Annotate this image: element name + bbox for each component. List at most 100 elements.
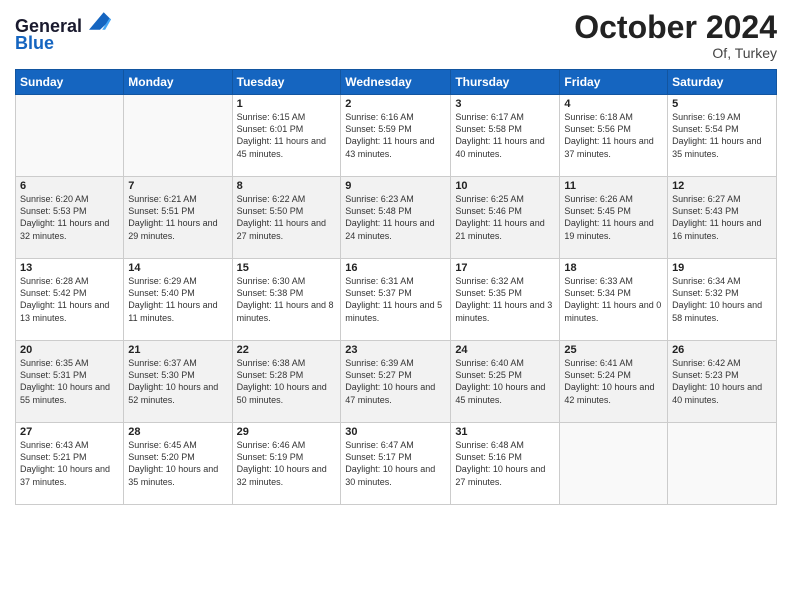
- day-detail: Sunrise: 6:20 AMSunset: 5:53 PMDaylight:…: [20, 193, 119, 242]
- calendar-cell: 30Sunrise: 6:47 AMSunset: 5:17 PMDayligh…: [341, 423, 451, 505]
- day-number: 24: [455, 344, 555, 356]
- sunrise-text: Sunrise: 6:20 AM: [20, 193, 119, 205]
- sunset-text: Sunset: 6:01 PM: [237, 123, 337, 135]
- daylight-text: Daylight: 10 hours and 45 minutes.: [455, 381, 555, 405]
- calendar-cell: [668, 423, 777, 505]
- daylight-text: Daylight: 10 hours and 42 minutes.: [564, 381, 663, 405]
- header: General Blue October 2024 Of, Turkey: [15, 10, 777, 61]
- daylight-text: Daylight: 11 hours and 32 minutes.: [20, 217, 119, 241]
- sunrise-text: Sunrise: 6:42 AM: [672, 357, 772, 369]
- calendar-cell: 1Sunrise: 6:15 AMSunset: 6:01 PMDaylight…: [232, 95, 341, 177]
- sunrise-text: Sunrise: 6:45 AM: [128, 439, 227, 451]
- day-number: 12: [672, 180, 772, 192]
- sunset-text: Sunset: 5:17 PM: [345, 451, 446, 463]
- calendar-week-row: 6Sunrise: 6:20 AMSunset: 5:53 PMDaylight…: [16, 177, 777, 259]
- calendar-week-row: 20Sunrise: 6:35 AMSunset: 5:31 PMDayligh…: [16, 341, 777, 423]
- sunset-text: Sunset: 5:20 PM: [128, 451, 227, 463]
- sunrise-text: Sunrise: 6:33 AM: [564, 275, 663, 287]
- calendar-cell: 6Sunrise: 6:20 AMSunset: 5:53 PMDaylight…: [16, 177, 124, 259]
- sunset-text: Sunset: 5:19 PM: [237, 451, 337, 463]
- day-detail: Sunrise: 6:32 AMSunset: 5:35 PMDaylight:…: [455, 275, 555, 324]
- sunset-text: Sunset: 5:50 PM: [237, 205, 337, 217]
- sunrise-text: Sunrise: 6:17 AM: [455, 111, 555, 123]
- calendar-week-row: 27Sunrise: 6:43 AMSunset: 5:21 PMDayligh…: [16, 423, 777, 505]
- daylight-text: Daylight: 11 hours and 40 minutes.: [455, 135, 555, 159]
- sunrise-text: Sunrise: 6:27 AM: [672, 193, 772, 205]
- weekday-header-sunday: Sunday: [16, 70, 124, 95]
- day-number: 22: [237, 344, 337, 356]
- calendar-cell: 8Sunrise: 6:22 AMSunset: 5:50 PMDaylight…: [232, 177, 341, 259]
- day-number: 1: [237, 98, 337, 110]
- day-detail: Sunrise: 6:19 AMSunset: 5:54 PMDaylight:…: [672, 111, 772, 160]
- daylight-text: Daylight: 10 hours and 35 minutes.: [128, 463, 227, 487]
- logo-icon: [89, 10, 111, 32]
- calendar-cell: 7Sunrise: 6:21 AMSunset: 5:51 PMDaylight…: [124, 177, 232, 259]
- day-detail: Sunrise: 6:30 AMSunset: 5:38 PMDaylight:…: [237, 275, 337, 324]
- daylight-text: Daylight: 10 hours and 27 minutes.: [455, 463, 555, 487]
- sunrise-text: Sunrise: 6:40 AM: [455, 357, 555, 369]
- day-detail: Sunrise: 6:21 AMSunset: 5:51 PMDaylight:…: [128, 193, 227, 242]
- day-detail: Sunrise: 6:22 AMSunset: 5:50 PMDaylight:…: [237, 193, 337, 242]
- day-detail: Sunrise: 6:34 AMSunset: 5:32 PMDaylight:…: [672, 275, 772, 324]
- calendar-cell: [16, 95, 124, 177]
- calendar-cell: 9Sunrise: 6:23 AMSunset: 5:48 PMDaylight…: [341, 177, 451, 259]
- day-number: 3: [455, 98, 555, 110]
- day-number: 4: [564, 98, 663, 110]
- sunset-text: Sunset: 5:42 PM: [20, 287, 119, 299]
- sunrise-text: Sunrise: 6:23 AM: [345, 193, 446, 205]
- sunset-text: Sunset: 5:38 PM: [237, 287, 337, 299]
- sunrise-text: Sunrise: 6:35 AM: [20, 357, 119, 369]
- day-detail: Sunrise: 6:46 AMSunset: 5:19 PMDaylight:…: [237, 439, 337, 488]
- day-number: 5: [672, 98, 772, 110]
- month-title: October 2024: [574, 10, 777, 45]
- daylight-text: Daylight: 11 hours and 8 minutes.: [237, 299, 337, 323]
- sunrise-text: Sunrise: 6:47 AM: [345, 439, 446, 451]
- day-number: 17: [455, 262, 555, 274]
- calendar-cell: 15Sunrise: 6:30 AMSunset: 5:38 PMDayligh…: [232, 259, 341, 341]
- sunset-text: Sunset: 5:56 PM: [564, 123, 663, 135]
- calendar-cell: 11Sunrise: 6:26 AMSunset: 5:45 PMDayligh…: [560, 177, 668, 259]
- day-detail: Sunrise: 6:39 AMSunset: 5:27 PMDaylight:…: [345, 357, 446, 406]
- calendar-cell: 31Sunrise: 6:48 AMSunset: 5:16 PMDayligh…: [451, 423, 560, 505]
- page: General Blue October 2024 Of, Turkey Sun…: [0, 0, 792, 612]
- weekday-header-saturday: Saturday: [668, 70, 777, 95]
- day-number: 23: [345, 344, 446, 356]
- daylight-text: Daylight: 10 hours and 40 minutes.: [672, 381, 772, 405]
- sunset-text: Sunset: 5:27 PM: [345, 369, 446, 381]
- day-detail: Sunrise: 6:33 AMSunset: 5:34 PMDaylight:…: [564, 275, 663, 324]
- daylight-text: Daylight: 10 hours and 32 minutes.: [237, 463, 337, 487]
- location-subtitle: Of, Turkey: [574, 45, 777, 61]
- sunrise-text: Sunrise: 6:37 AM: [128, 357, 227, 369]
- weekday-header-row: SundayMondayTuesdayWednesdayThursdayFrid…: [16, 70, 777, 95]
- day-number: 16: [345, 262, 446, 274]
- daylight-text: Daylight: 11 hours and 16 minutes.: [672, 217, 772, 241]
- day-detail: Sunrise: 6:28 AMSunset: 5:42 PMDaylight:…: [20, 275, 119, 324]
- sunrise-text: Sunrise: 6:22 AM: [237, 193, 337, 205]
- day-detail: Sunrise: 6:29 AMSunset: 5:40 PMDaylight:…: [128, 275, 227, 324]
- day-detail: Sunrise: 6:43 AMSunset: 5:21 PMDaylight:…: [20, 439, 119, 488]
- daylight-text: Daylight: 11 hours and 11 minutes.: [128, 299, 227, 323]
- daylight-text: Daylight: 11 hours and 43 minutes.: [345, 135, 446, 159]
- sunset-text: Sunset: 5:45 PM: [564, 205, 663, 217]
- calendar-cell: 26Sunrise: 6:42 AMSunset: 5:23 PMDayligh…: [668, 341, 777, 423]
- calendar-cell: 21Sunrise: 6:37 AMSunset: 5:30 PMDayligh…: [124, 341, 232, 423]
- daylight-text: Daylight: 11 hours and 5 minutes.: [345, 299, 446, 323]
- day-detail: Sunrise: 6:15 AMSunset: 6:01 PMDaylight:…: [237, 111, 337, 160]
- calendar-cell: 22Sunrise: 6:38 AMSunset: 5:28 PMDayligh…: [232, 341, 341, 423]
- sunset-text: Sunset: 5:28 PM: [237, 369, 337, 381]
- sunset-text: Sunset: 5:16 PM: [455, 451, 555, 463]
- day-number: 25: [564, 344, 663, 356]
- day-number: 26: [672, 344, 772, 356]
- daylight-text: Daylight: 11 hours and 45 minutes.: [237, 135, 337, 159]
- daylight-text: Daylight: 10 hours and 37 minutes.: [20, 463, 119, 487]
- day-number: 29: [237, 426, 337, 438]
- calendar-week-row: 13Sunrise: 6:28 AMSunset: 5:42 PMDayligh…: [16, 259, 777, 341]
- day-detail: Sunrise: 6:17 AMSunset: 5:58 PMDaylight:…: [455, 111, 555, 160]
- daylight-text: Daylight: 11 hours and 24 minutes.: [345, 217, 446, 241]
- day-detail: Sunrise: 6:41 AMSunset: 5:24 PMDaylight:…: [564, 357, 663, 406]
- daylight-text: Daylight: 10 hours and 50 minutes.: [237, 381, 337, 405]
- sunset-text: Sunset: 5:46 PM: [455, 205, 555, 217]
- sunrise-text: Sunrise: 6:16 AM: [345, 111, 446, 123]
- sunset-text: Sunset: 5:48 PM: [345, 205, 446, 217]
- day-detail: Sunrise: 6:37 AMSunset: 5:30 PMDaylight:…: [128, 357, 227, 406]
